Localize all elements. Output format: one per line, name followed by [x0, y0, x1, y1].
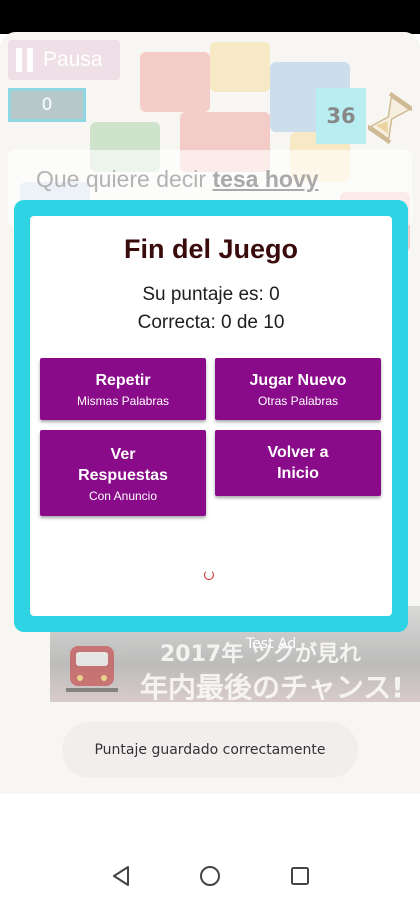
question-word: tesa hovy — [212, 166, 319, 192]
ad-line-2: 年内最後のチャンス! — [140, 671, 404, 702]
score-counter: 0 — [8, 88, 86, 122]
pause-icon — [16, 48, 33, 72]
pause-button[interactable]: Pausa — [8, 40, 120, 80]
back-icon[interactable] — [110, 864, 132, 888]
home-button-label-2: Inicio — [277, 465, 319, 482]
view-answers-sub: Con Anuncio — [88, 488, 158, 503]
home-icon[interactable] — [199, 864, 221, 888]
question-text: Que quiere decir tesa hovy — [36, 166, 319, 193]
train-icon — [66, 646, 118, 692]
status-bar — [0, 0, 420, 34]
question-prefix: Que quiere decir — [36, 166, 213, 192]
correct-line: Correcta: 0 de 10 — [137, 312, 285, 333]
view-answers-button[interactable]: Ver Respuestas Con Anuncio — [40, 430, 206, 516]
dialog-title: Fin del Juego — [123, 234, 298, 264]
hourglass-icon — [368, 92, 412, 144]
view-answers-label-1: Ver — [110, 445, 136, 463]
pause-label: Pausa — [43, 48, 103, 71]
home-button[interactable]: Volver a Inicio — [215, 430, 381, 496]
new-game-button-sub: Otras Palabras — [257, 394, 339, 408]
repeat-button[interactable]: Repetir Mismas Palabras — [40, 358, 206, 420]
new-game-button-label: Jugar Nuevo — [249, 372, 347, 389]
repeat-button-sub: Mismas Palabras — [76, 394, 170, 408]
ad-label: Test Ad — [246, 636, 297, 652]
repeat-button-label: Repetir — [95, 372, 151, 389]
new-game-button[interactable]: Jugar Nuevo Otras Palabras — [215, 358, 381, 420]
toast-message: Puntaje guardado correctamente — [62, 722, 358, 778]
loading-spinner — [204, 570, 214, 580]
timer-counter: 36 — [316, 88, 366, 144]
home-button-label-1: Volver a — [267, 444, 329, 461]
score-line: Su puntaje es: 0 — [142, 284, 280, 305]
view-answers-label-2: Respuestas — [78, 466, 168, 484]
recents-icon[interactable] — [289, 864, 311, 888]
game-over-dialog: Fin del Juego Su puntaje es: 0 Correcta:… — [30, 216, 392, 616]
